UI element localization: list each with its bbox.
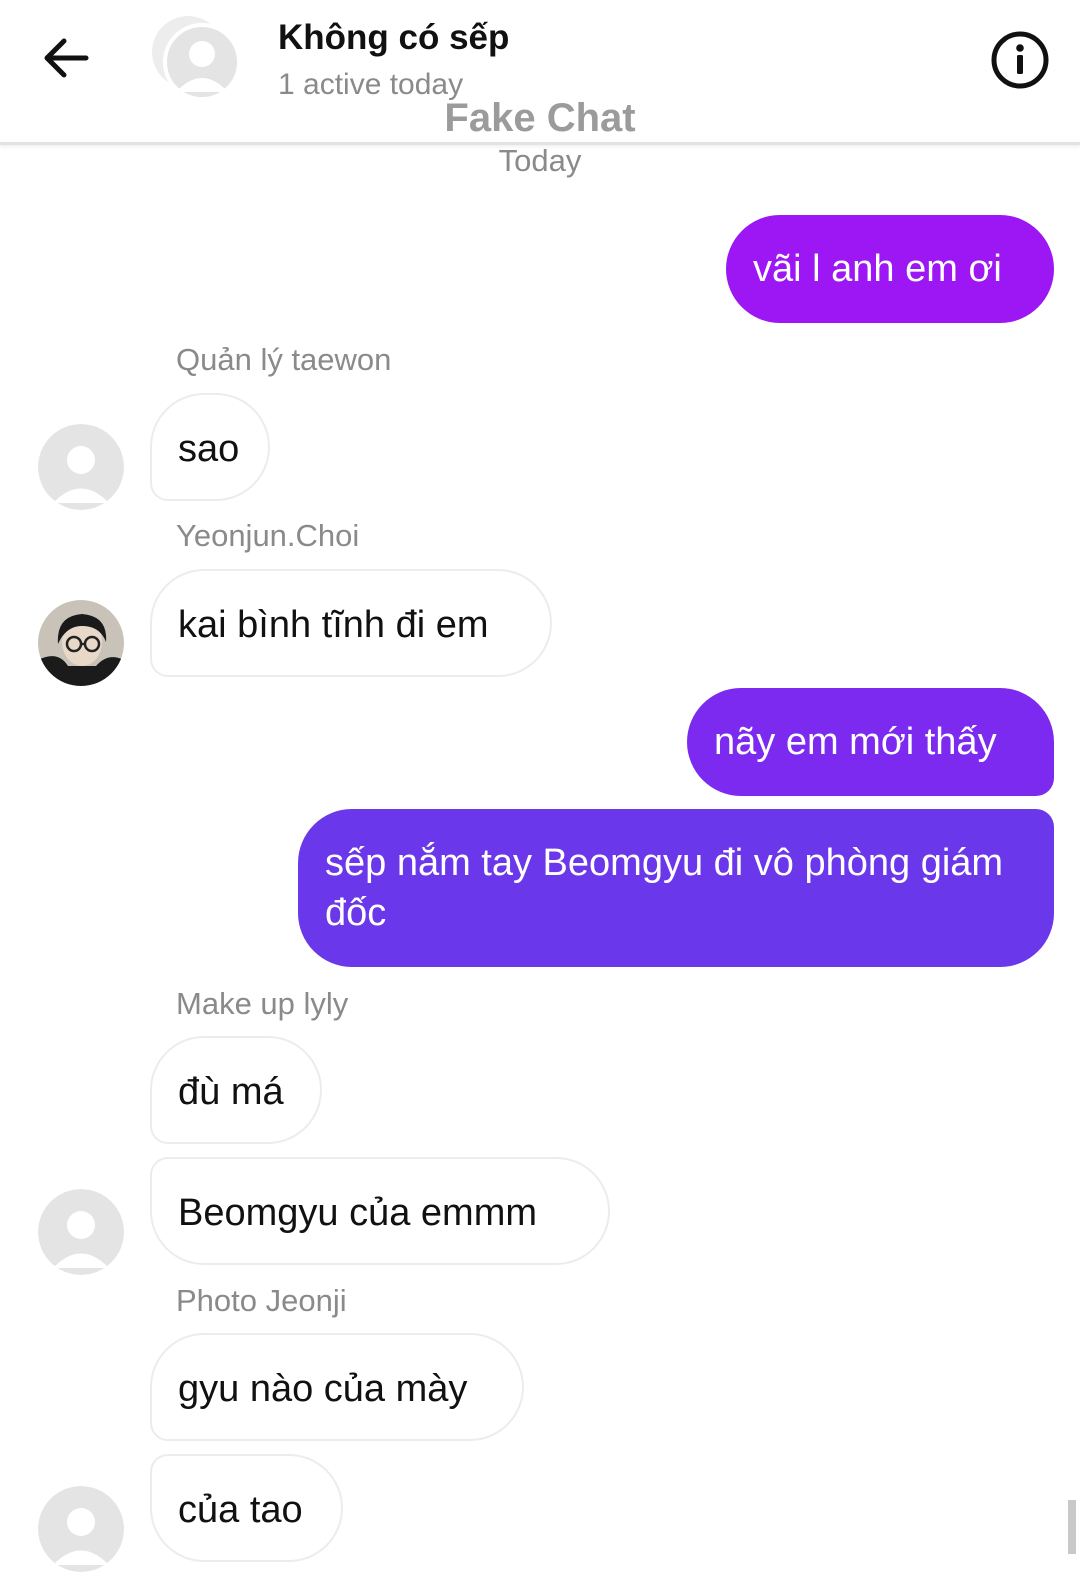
message-text: gyu nào của mày <box>178 1368 468 1410</box>
default-avatar-icon[interactable] <box>38 424 124 510</box>
message-text: sao <box>178 428 240 470</box>
outgoing-message[interactable]: sếp nắm tay Beomgyu đi vô phòng giám đốc <box>298 809 1054 967</box>
message-text: vãi l anh em ơi <box>753 248 1002 290</box>
incoming-message[interactable]: Beomgyu của emmm <box>150 1157 610 1265</box>
date-separator: Today <box>498 143 582 178</box>
message-text: kai bình tĩnh đi em <box>178 604 489 646</box>
default-avatar-icon[interactable] <box>38 1189 124 1275</box>
group-avatar[interactable] <box>150 14 241 101</box>
incoming-message[interactable]: đù má <box>150 1036 322 1144</box>
user-photo-avatar[interactable] <box>38 600 124 686</box>
message-text: Beomgyu của emmm <box>178 1192 538 1234</box>
message-text: của tao <box>178 1489 303 1531</box>
info-icon[interactable] <box>990 30 1050 90</box>
scrollbar-thumb[interactable] <box>1068 1500 1076 1554</box>
incoming-message[interactable]: sao <box>150 393 270 501</box>
outgoing-message[interactable]: vãi l anh em ơi <box>726 215 1054 323</box>
outgoing-message[interactable]: nãy em mới thấy <box>687 688 1054 796</box>
sender-name: Quản lý taewon <box>176 342 392 377</box>
message-text: sếp nắm tay Beomgyu đi vô phòng giám đốc <box>325 842 1004 934</box>
message-text: nãy em mới thấy <box>714 721 997 763</box>
sender-name: Photo Jeonji <box>176 1283 347 1318</box>
sender-name: Make up lyly <box>176 986 349 1021</box>
back-arrow-icon[interactable] <box>38 30 94 86</box>
default-avatar-icon[interactable] <box>38 1486 124 1572</box>
incoming-message[interactable]: kai bình tĩnh đi em <box>150 569 552 677</box>
message-text: đù má <box>178 1071 284 1113</box>
incoming-message[interactable]: gyu nào của mày <box>150 1333 524 1441</box>
incoming-message[interactable]: của tao <box>150 1454 343 1562</box>
watermark: Fake Chat <box>444 96 636 140</box>
sender-name: Yeonjun.Choi <box>176 518 360 553</box>
chat-title: Không có sếp <box>278 18 510 57</box>
